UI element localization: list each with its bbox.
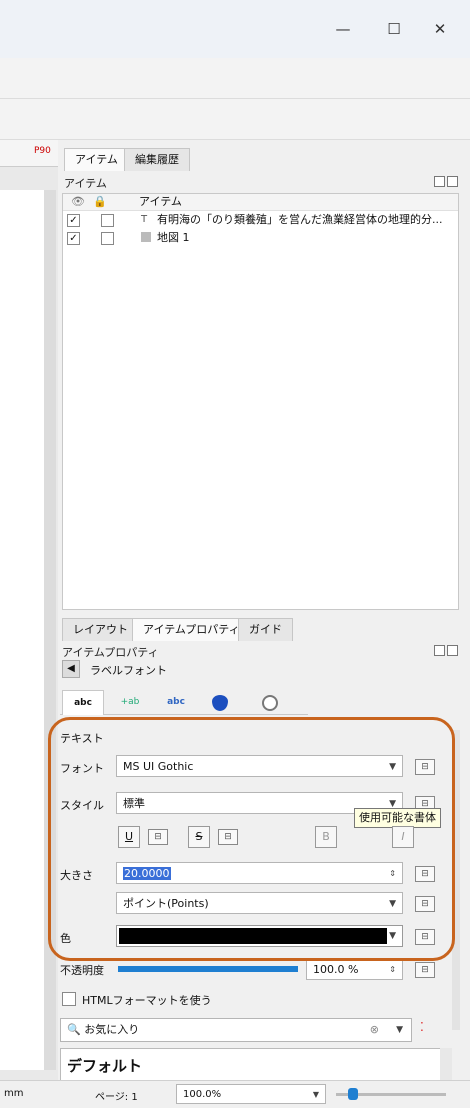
tab-guides[interactable]: ガイド [238, 618, 293, 641]
data-defined-override-icon[interactable]: ⊟ [148, 829, 168, 845]
chevron-down-icon: ▼ [389, 762, 396, 772]
status-bar: mm ページ: 1 100.0% ▼ [0, 1080, 470, 1108]
opacity-label: 不透明度 [60, 964, 104, 977]
canvas-vertical-scrollbar[interactable] [44, 190, 56, 1070]
size-label: 大きさ [60, 869, 93, 882]
opacity-slider-fill [118, 966, 298, 972]
back-label: ラベルフォント [90, 664, 167, 677]
search-icon: 🔍 [67, 1023, 81, 1036]
shadow-icon[interactable] [262, 695, 278, 711]
default-style-label: デフォルト [67, 1057, 143, 1075]
close-panel-icon[interactable] [447, 176, 458, 190]
font-dropdown[interactable]: MS UI Gothic ▼ [116, 755, 403, 777]
color-swatch [119, 928, 387, 944]
favorites-search[interactable]: 🔍 お気に入り ⊗ ▼ [60, 1018, 412, 1042]
zoom-value: 100.0% [183, 1089, 222, 1100]
zoom-slider[interactable] [336, 1088, 446, 1100]
subtab-text[interactable]: abc [62, 690, 104, 715]
properties-scrollbar[interactable] [452, 730, 460, 1030]
tab-item-properties[interactable]: アイテムプロパティ [132, 618, 251, 641]
tooltip: 使用可能な書体 [354, 808, 441, 828]
section-label-text: テキスト [60, 732, 104, 745]
unit-value: ポイント(Points) [123, 897, 209, 910]
spin-arrows-icon[interactable]: ⇕ [389, 959, 396, 981]
close-panel-icon[interactable] [447, 645, 458, 659]
size-value: 20.0000 [123, 867, 171, 880]
visibility-checkbox[interactable]: ✓ [67, 232, 80, 245]
close-button[interactable]: ✕ [425, 18, 455, 40]
items-panel-title: アイテム [64, 177, 107, 190]
chevron-down-icon[interactable]: ▼ [396, 1019, 403, 1041]
opacity-value: 100.0 % [313, 963, 359, 976]
unit-label: mm [4, 1088, 24, 1099]
visibility-column-icon: 👁 [71, 195, 85, 208]
font-label: フォント [60, 762, 104, 775]
favorites-placeholder: お気に入り [84, 1023, 140, 1036]
toolbar-top [0, 58, 470, 99]
page-label: ページ: 1 [95, 1092, 138, 1103]
color-button[interactable]: ▼ [116, 925, 403, 947]
chevron-down-icon: ▼ [389, 899, 396, 909]
horizontal-ruler: P90 [0, 140, 58, 167]
style-manager-icon[interactable]: ⁚ [420, 1020, 424, 1034]
maximize-button[interactable]: ☐ [379, 18, 409, 40]
text-item-icon: T [141, 214, 148, 225]
unit-dropdown[interactable]: ポイント(Points) ▼ [116, 892, 403, 914]
color-label: 色 [60, 932, 71, 945]
spin-arrows-icon[interactable]: ⇕ [389, 863, 396, 885]
ruler-label: P90 [34, 146, 51, 156]
item-label: 有明海の「のり類養殖」を営んだ漁業経営体の地理的分... [157, 213, 443, 226]
subtab-formatting[interactable]: +ab [110, 690, 150, 714]
item-label: 地図 1 [157, 231, 190, 244]
list-item[interactable]: ✓ T 有明海の「のり類養殖」を営んだ漁業経営体の地理的分... [63, 212, 458, 228]
strikeout-button[interactable]: S [188, 826, 210, 848]
html-format-checkbox[interactable] [62, 992, 76, 1006]
tab-layout[interactable]: レイアウト [62, 618, 139, 641]
data-defined-override-icon[interactable]: ⊟ [415, 896, 435, 912]
toolbar-second [0, 99, 470, 140]
subtab-buffer[interactable]: abc [156, 690, 196, 714]
font-value: MS UI Gothic [123, 760, 194, 773]
items-list-header: 👁 🔒 アイテム [63, 194, 458, 211]
float-panel-icon[interactable] [434, 176, 445, 190]
bold-button[interactable]: B [315, 826, 337, 848]
style-label: スタイル [60, 799, 104, 812]
underline-button[interactable]: U [118, 826, 140, 848]
size-spinbox[interactable]: 20.0000 ⇕ [116, 862, 403, 884]
properties-panel-title: アイテムプロパティ [62, 646, 159, 659]
lock-checkbox[interactable] [101, 214, 114, 227]
data-defined-override-icon[interactable]: ⊟ [415, 759, 435, 775]
lock-checkbox[interactable] [101, 232, 114, 245]
clear-icon[interactable]: ⊗ [370, 1019, 379, 1041]
minimize-button[interactable]: — [328, 18, 358, 40]
italic-button[interactable]: I [392, 826, 414, 848]
style-list[interactable]: デフォルト [60, 1048, 442, 1082]
style-list-scrollbar[interactable] [440, 1048, 452, 1080]
zoom-combobox[interactable]: 100.0% ▼ [176, 1084, 326, 1104]
back-arrow-icon[interactable]: ◀ [62, 660, 80, 678]
list-item[interactable]: ✓ 地図 1 [63, 230, 458, 246]
map-item-icon [141, 232, 151, 242]
items-column-header: アイテム [139, 195, 182, 208]
style-value: 標準 [123, 797, 145, 810]
opacity-spinbox[interactable]: 100.0 % ⇕ [306, 958, 403, 980]
data-defined-override-icon[interactable]: ⊟ [415, 929, 435, 945]
items-list: 👁 🔒 アイテム ✓ T 有明海の「のり類養殖」を営んだ漁業経営体の地理的分..… [62, 193, 459, 610]
chevron-down-icon: ▼ [389, 931, 396, 941]
html-format-label: HTMLフォーマットを使う [82, 994, 212, 1007]
layout-canvas[interactable] [0, 190, 46, 1070]
opacity-slider[interactable] [118, 966, 298, 972]
tab-undo-history[interactable]: 編集履歴 [124, 148, 190, 171]
data-defined-override-icon[interactable]: ⊟ [218, 829, 238, 845]
tab-items[interactable]: アイテム [64, 148, 129, 171]
data-defined-override-icon[interactable]: ⊟ [415, 962, 435, 978]
chevron-down-icon[interactable]: ▼ [313, 1085, 319, 1105]
zoom-slider-handle[interactable] [348, 1088, 358, 1100]
data-defined-override-icon[interactable]: ⊟ [415, 866, 435, 882]
visibility-checkbox[interactable]: ✓ [67, 214, 80, 227]
float-panel-icon[interactable] [434, 645, 445, 659]
lock-column-icon: 🔒 [93, 195, 107, 208]
